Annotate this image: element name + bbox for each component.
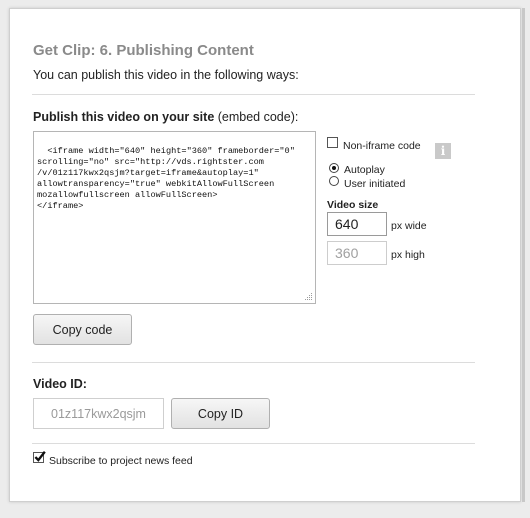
checkmark-icon [34, 451, 46, 462]
subscribe-label: Subscribe to project news feed [49, 455, 193, 467]
width-unit: px wide [391, 220, 427, 232]
video-id-label: Video ID: [33, 377, 87, 391]
user-initiated-label: User initiated [344, 178, 406, 190]
video-id-field[interactable]: 01z117kwx2qsjm [33, 398, 164, 429]
copy-id-button[interactable]: Copy ID [171, 398, 270, 429]
subscribe-checkbox[interactable] [33, 451, 46, 463]
embed-code-textarea[interactable]: <iframe width="640" height="360" framebo… [33, 131, 316, 304]
divider [32, 94, 475, 95]
autoplay-radio[interactable] [329, 163, 339, 173]
embed-section-label: Publish this video on your site (embed c… [33, 110, 298, 124]
height-unit: px high [391, 249, 425, 261]
embed-code-text: <iframe width="640" height="360" framebo… [37, 146, 295, 211]
info-icon[interactable]: i [435, 143, 451, 159]
autoplay-label: Autoplay [344, 164, 385, 176]
video-size-label: Video size [327, 199, 379, 211]
non-iframe-checkbox[interactable] [327, 137, 338, 148]
embed-label-bold: Publish this video on your site [33, 110, 215, 124]
embed-label-rest: (embed code): [214, 110, 299, 124]
resize-grip-icon[interactable] [304, 292, 313, 301]
copy-code-button[interactable]: Copy code [33, 314, 132, 345]
dialog-title: Get Clip: 6. Publishing Content [33, 42, 254, 59]
scrollbar[interactable] [522, 8, 525, 502]
width-input[interactable]: 640 [327, 212, 387, 236]
user-initiated-radio[interactable] [329, 176, 339, 186]
divider [32, 362, 475, 363]
divider [32, 443, 475, 444]
height-input[interactable]: 360 [327, 241, 387, 265]
dialog-subtitle: You can publish this video in the follow… [33, 68, 299, 82]
non-iframe-label: Non-iframe code [343, 140, 421, 152]
